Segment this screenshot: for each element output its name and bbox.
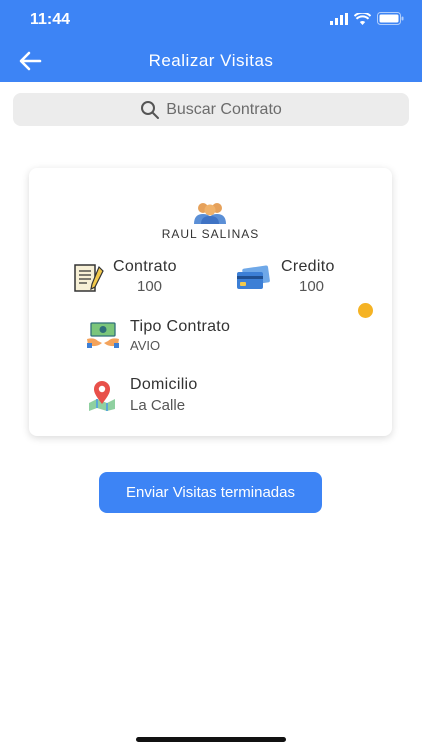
page-title: Realizar Visitas — [148, 51, 274, 70]
contract-card[interactable]: RAUL SALINAS Contrato 100 Credito 100 Ti… — [29, 168, 392, 436]
tipo-contrato-value: AVIO — [130, 338, 161, 353]
status-indicator-dot — [358, 303, 373, 318]
send-visits-button[interactable]: Enviar Visitas terminadas — [99, 472, 322, 513]
domicilio-label: Domicilio — [130, 376, 198, 393]
status-time: 11:44 — [30, 11, 71, 28]
client-avatar-icon — [194, 203, 226, 224]
search-icon — [141, 100, 160, 119]
contrato-label: Contrato — [113, 258, 177, 275]
tipo-contrato-label: Tipo Contrato — [130, 318, 231, 335]
battery-icon — [377, 12, 404, 25]
contrato-value: 100 — [137, 278, 163, 295]
contract-icon — [74, 264, 104, 292]
search-placeholder: Buscar Contrato — [166, 100, 282, 118]
signal-icon — [330, 12, 348, 25]
status-icons — [330, 12, 404, 25]
domicilio-value: La Calle — [130, 397, 186, 414]
client-name: RAUL SALINAS — [161, 227, 260, 241]
search-input[interactable]: Buscar Contrato — [13, 93, 409, 126]
location-pin-icon — [89, 381, 115, 411]
credito-value: 100 — [299, 278, 325, 295]
money-icon — [87, 322, 119, 348]
credit-card-icon — [237, 265, 270, 289]
home-indicator — [136, 737, 286, 742]
app-header: 11:44 Realizar Visitas — [0, 0, 422, 82]
credito-label: Credito — [281, 258, 335, 275]
wifi-icon — [354, 12, 371, 25]
status-bar: 11:44 — [0, 0, 422, 40]
